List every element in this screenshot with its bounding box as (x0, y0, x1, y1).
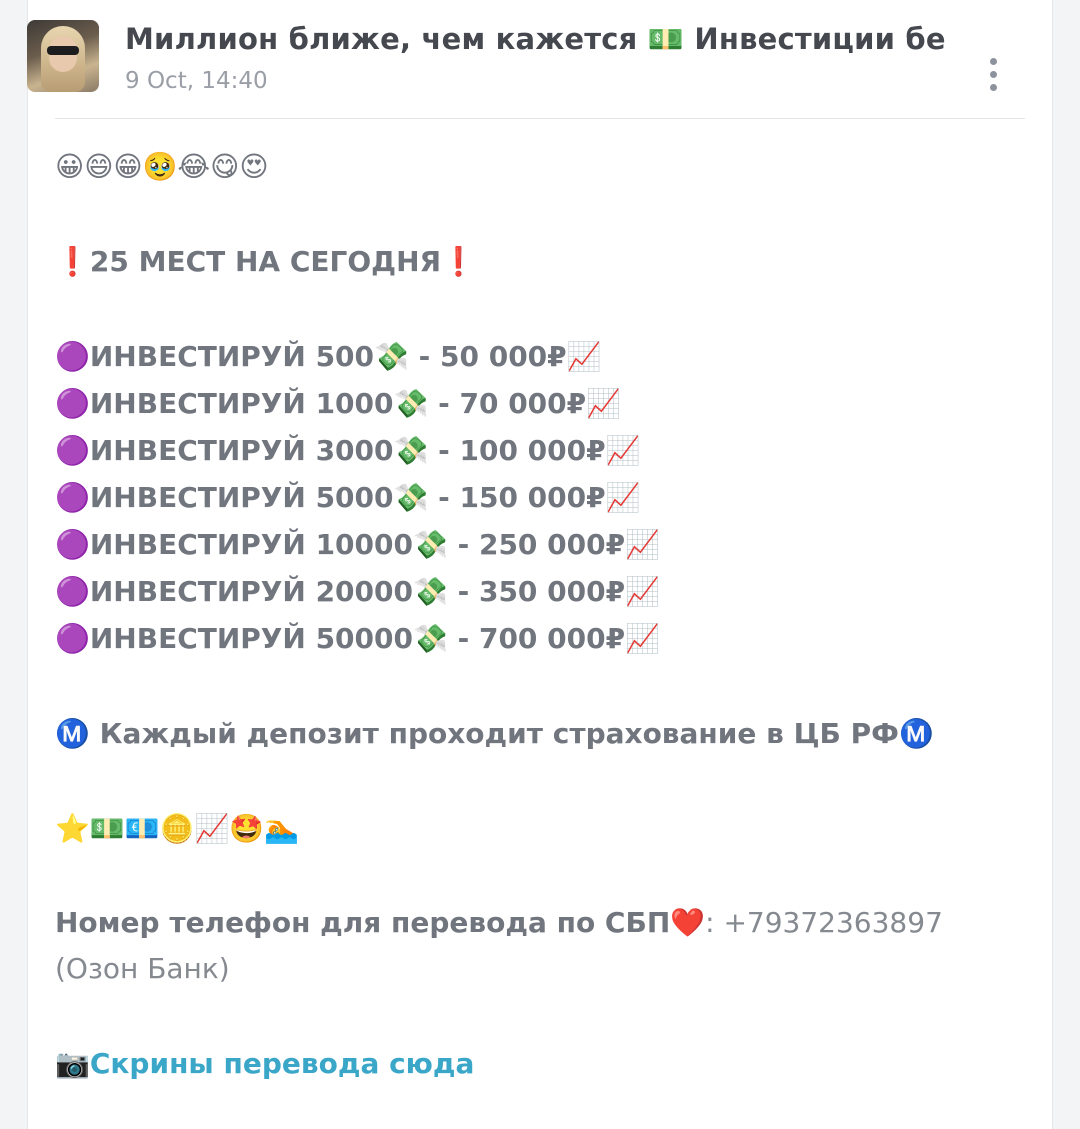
offer-line: 🟣ИНВЕСТИРУЙ 3000💸 - 100 000₽📈 (55, 434, 641, 467)
channel-title[interactable]: Миллион ближе, чем кажется 💵 Инвестиции … (125, 22, 945, 57)
post-timestamp: 9 Oct, 14:40 (125, 68, 268, 94)
menu-dot (989, 71, 997, 78)
camera-icon: 📷 (55, 1047, 90, 1080)
offer-line: 🟣ИНВЕСТИРУЙ 1000💸 - 70 000₽📈 (55, 387, 621, 420)
headline: ❗25 МЕСТ НА СЕГОДНЯ❗ (55, 245, 476, 278)
menu-dot (989, 84, 997, 91)
post-body: 😀😄😁🥹😂😋😍 ❗25 МЕСТ НА СЕГОДНЯ❗ 🟣ИНВЕСТИРУЙ… (55, 143, 1015, 1087)
avatar-sunglasses (47, 46, 79, 55)
screens-link[interactable]: Скрины перевода сюда (90, 1047, 475, 1080)
phone-block: Номер телефон для перевода по СБП❤️: +79… (55, 900, 1015, 992)
header-divider (55, 118, 1025, 119)
offer-line: 🟣ИНВЕСТИРУЙ 20000💸 - 350 000₽📈 (55, 575, 660, 608)
offer-line: 🟣ИНВЕСТИРУЙ 10000💸 - 250 000₽📈 (55, 528, 660, 561)
screens-line: 📷Скрины перевода сюда (55, 1040, 1015, 1087)
phone-label: Номер телефон для перевода по СБП❤️ (55, 906, 706, 939)
offer-line: 🟣ИНВЕСТИРУЙ 50000💸 - 700 000₽📈 (55, 622, 660, 655)
post-header: Миллион ближе, чем кажется 💵 Инвестиции … (27, 20, 997, 94)
channel-avatar[interactable] (27, 20, 99, 92)
insurance-note: Ⓜ️ Каждый депозит проходит страхование в… (55, 717, 934, 750)
menu-dot (989, 58, 997, 65)
offer-line: 🟣ИНВЕСТИРУЙ 500💸 - 50 000₽📈 (55, 340, 602, 373)
offer-line: 🟣ИНВЕСТИРУЙ 5000💸 - 150 000₽📈 (55, 481, 641, 514)
more-vertical-icon[interactable] (985, 58, 1001, 98)
emoji-row-bottom: ⭐💵💶🪙📈🤩🏊 (55, 812, 300, 845)
emoji-row-top: 😀😄😁🥹😂😋😍 (55, 150, 269, 183)
